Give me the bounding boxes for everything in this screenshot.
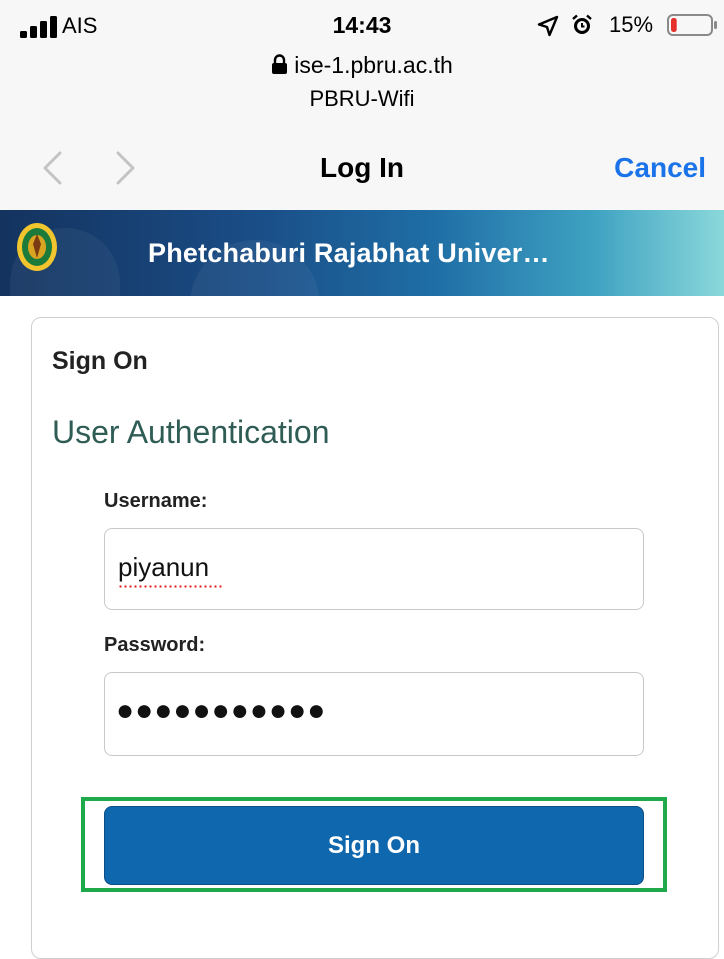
alarm-clock-icon: [572, 14, 592, 34]
password-label: Password:: [104, 634, 206, 656]
banner-title: Phetchaburi Rajabhat Univer…: [148, 238, 550, 268]
sign-on-button[interactable]: Sign On: [104, 806, 644, 885]
cancel-button[interactable]: Cancel: [614, 152, 706, 184]
university-seal-icon: [17, 223, 57, 271]
address-bar[interactable]: ise-1.pbru.ac.th: [0, 52, 724, 79]
battery-percent: 15%: [609, 12, 654, 37]
url-text: ise-1.pbru.ac.th: [294, 52, 453, 78]
password-input[interactable]: [104, 672, 644, 756]
location-arrow-icon: [537, 15, 559, 37]
battery-icon: [667, 14, 717, 36]
username-input[interactable]: [104, 528, 644, 610]
card-title: Sign On: [52, 347, 148, 375]
lock-icon: [272, 54, 288, 74]
username-label: Username:: [104, 490, 208, 512]
section-heading: User Authentication: [52, 414, 330, 450]
status-bar: AIS 14:43 15%: [0, 0, 724, 46]
network-name: PBRU-Wifi: [309, 86, 415, 111]
